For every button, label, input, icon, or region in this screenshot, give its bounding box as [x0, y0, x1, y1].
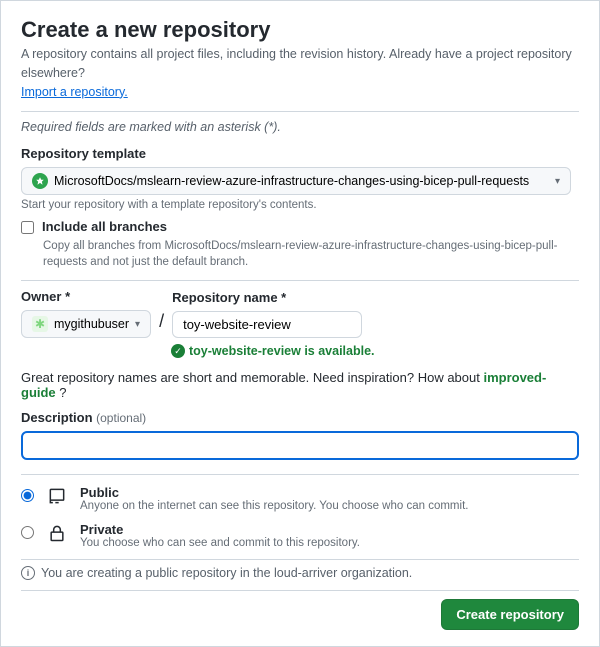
visibility-public-title: Public	[80, 485, 468, 500]
import-repository-link[interactable]: Import a repository.	[21, 85, 128, 99]
required-fields-note: Required fields are marked with an aster…	[21, 120, 579, 134]
template-hint: Start your repository with a template re…	[21, 199, 579, 211]
divider	[21, 559, 579, 560]
include-all-branches-desc: Copy all branches from MicrosoftDocs/msl…	[43, 238, 579, 270]
divider	[21, 280, 579, 281]
check-icon: ✓	[171, 344, 185, 358]
visibility-private-desc: You choose who can see and commit to thi…	[80, 537, 360, 549]
owner-avatar-icon: ✱	[32, 316, 48, 332]
template-label: Repository template	[21, 146, 579, 161]
create-repository-button[interactable]: Create repository	[441, 599, 579, 630]
template-select[interactable]: MicrosoftDocs/mslearn-review-azure-infra…	[21, 167, 571, 195]
template-icon	[32, 173, 48, 189]
owner-repo-separator: /	[159, 311, 164, 338]
info-icon: i	[21, 566, 35, 580]
visibility-public-radio[interactable]	[21, 489, 34, 502]
chevron-down-icon: ▾	[135, 319, 140, 330]
include-all-branches-label: Include all branches	[42, 219, 167, 234]
info-note: You are creating a public repository in …	[41, 566, 412, 580]
description-label: Description (optional)	[21, 410, 579, 425]
page-subtitle: A repository contains all project files,…	[21, 45, 579, 101]
divider	[21, 590, 579, 591]
visibility-public-desc: Anyone on the internet can see this repo…	[80, 500, 468, 512]
include-all-branches-checkbox[interactable]	[21, 221, 34, 234]
template-selected-value: MicrosoftDocs/mslearn-review-azure-infra…	[54, 174, 529, 188]
description-input[interactable]	[21, 431, 579, 460]
chevron-down-icon: ▾	[555, 176, 560, 187]
divider	[21, 474, 579, 475]
repo-icon	[46, 485, 68, 506]
repo-name-label: Repository name *	[172, 290, 362, 305]
divider	[21, 111, 579, 112]
visibility-private-title: Private	[80, 522, 360, 537]
owner-label: Owner *	[21, 289, 151, 304]
visibility-private-radio[interactable]	[21, 526, 34, 539]
page-title: Create a new repository	[21, 17, 579, 43]
owner-select[interactable]: ✱ mygithubuser ▾	[21, 310, 151, 338]
repo-name-inspiration: Great repository names are short and mem…	[21, 370, 579, 400]
owner-value: mygithubuser	[54, 317, 129, 331]
repo-name-input[interactable]	[172, 311, 362, 338]
lock-icon	[46, 522, 68, 543]
repo-name-available-text: toy-website-review is available.	[189, 344, 375, 358]
